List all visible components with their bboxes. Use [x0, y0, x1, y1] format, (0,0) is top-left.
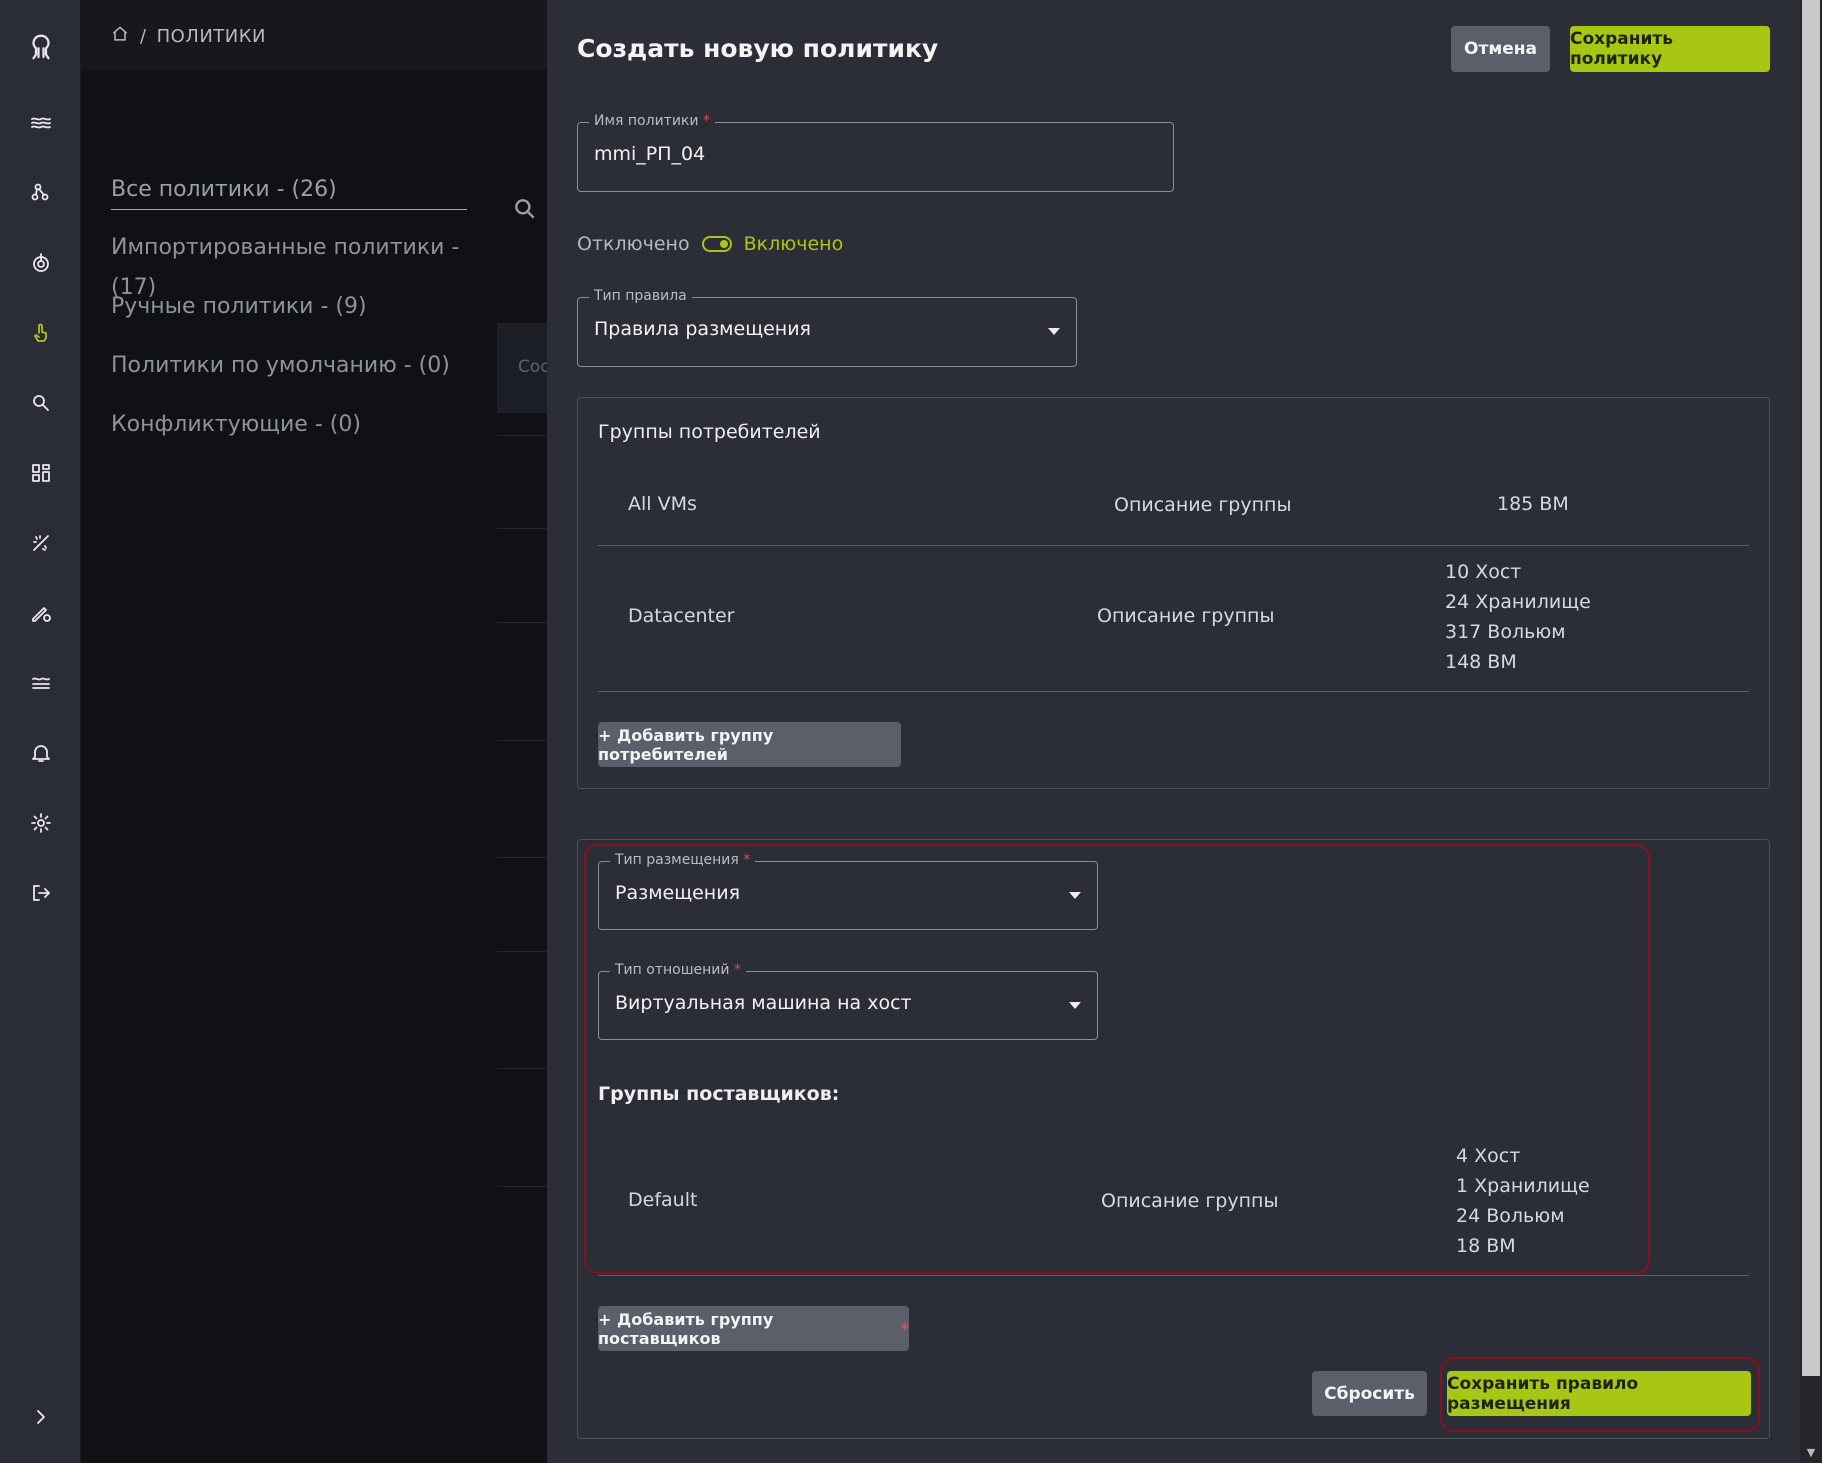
count-storage: 1 Хранилище — [1456, 1175, 1590, 1197]
add-consumer-group-button[interactable]: + Добавить группу потребителей — [598, 722, 901, 767]
rule-type-value: Правила размещения — [594, 318, 811, 340]
row-divider — [598, 545, 1749, 546]
placement-type-select[interactable]: Тип размещения * Размещения — [598, 852, 1098, 930]
nodes-icon[interactable] — [22, 174, 60, 212]
filter-imported-policies[interactable]: Импортированные политики - (17) — [111, 228, 491, 300]
row-divider — [598, 1275, 1749, 1276]
levels-icon[interactable] — [22, 664, 60, 702]
relation-type-select[interactable]: Тип отношений * Виртуальная машина на хо… — [598, 962, 1098, 1040]
background-row-divider — [497, 951, 547, 952]
save-policy-button[interactable]: Сохранить политику — [1570, 26, 1770, 72]
drawer-title: Создать новую политику — [577, 34, 939, 63]
enabled-toggle[interactable] — [701, 236, 732, 252]
save-placement-rule-button[interactable]: Сохранить правило размещения — [1447, 1371, 1751, 1416]
magic-icon[interactable] — [22, 524, 60, 562]
count-volumes: 24 Вольюм — [1456, 1205, 1565, 1227]
policy-name-value: mmi_РП_04 — [594, 143, 706, 165]
provider-group-description: Описание группы — [1101, 1190, 1279, 1212]
policy-name-field[interactable]: Имя политики * mmi_РП_04 — [577, 113, 1174, 192]
background-row-divider — [497, 1186, 547, 1187]
row-divider — [598, 691, 1749, 692]
cancel-button[interactable]: Отмена — [1451, 26, 1550, 72]
breadcrumb-page: ПОЛИТИКИ — [156, 26, 266, 47]
filter-conflicting[interactable]: Конфликтующие - (0) — [111, 405, 491, 464]
nav-rail — [0, 0, 81, 1463]
rule-type-label: Тип правила — [589, 288, 692, 304]
drawer-scrollbar[interactable]: ▼ — [1800, 0, 1822, 1463]
background-search-icon — [512, 196, 538, 226]
waves-icon[interactable] — [22, 104, 60, 142]
count-vms: 18 ВМ — [1456, 1235, 1516, 1257]
rule-type-select[interactable]: Тип правила Правила размещения — [577, 288, 1077, 367]
home-icon[interactable] — [110, 24, 130, 49]
consumer-group-description: Описание группы — [1097, 605, 1275, 627]
touch-icon[interactable] — [22, 314, 60, 352]
add-provider-group-button[interactable]: + Добавить группу поставщиков * — [598, 1306, 909, 1351]
scroll-down-arrow-icon[interactable]: ▼ — [1804, 1446, 1818, 1459]
caret-down-icon — [1048, 328, 1060, 335]
background-row-divider — [497, 1068, 547, 1069]
octopus-logo-icon[interactable] — [22, 28, 60, 66]
count-hosts: 10 Хост — [1445, 561, 1522, 583]
caret-down-icon — [1069, 892, 1081, 899]
policy-filters: Все политики - (26) Импортированные поли… — [111, 170, 491, 464]
enabled-toggle-row: Отключено Включено — [577, 233, 843, 255]
consumer-group-name: All VMs — [628, 493, 697, 515]
caret-down-icon — [1069, 1002, 1081, 1009]
required-mark: * — [900, 1319, 909, 1338]
background-row-divider — [497, 857, 547, 858]
policy-name-label: Имя политики * — [589, 113, 715, 129]
background-row-divider — [497, 622, 547, 623]
consumer-group-counts: 10 Хост 24 Хранилище 317 Вольюм 148 ВМ — [1445, 557, 1591, 677]
consumer-group-description: Описание группы — [1114, 494, 1292, 516]
consumer-group-name: Datacenter — [628, 605, 735, 627]
breadcrumb-separator: / — [140, 26, 147, 47]
toggle-off-label: Отключено — [577, 233, 690, 255]
placement-type-label: Тип размещения * — [610, 852, 756, 868]
chevron-right-icon[interactable] — [22, 1398, 60, 1436]
bell-icon[interactable] — [22, 734, 60, 772]
background-row-divider — [497, 528, 547, 529]
background-row-divider — [497, 435, 547, 436]
count-hosts: 4 Хост — [1456, 1145, 1521, 1167]
background-table-header: Coo — [497, 323, 551, 413]
power-icon[interactable] — [22, 244, 60, 282]
consumer-group-count: 185 ВМ — [1497, 493, 1569, 515]
background-row-divider — [497, 740, 547, 741]
provider-group-name: Default — [628, 1189, 698, 1211]
count-vms: 148 ВМ — [1445, 651, 1517, 673]
add-provider-group-label: + Добавить группу поставщиков — [598, 1309, 774, 1348]
background-table-header-text: Coo — [518, 357, 551, 377]
filter-manual-policies[interactable]: Ручные политики - (9) — [111, 287, 491, 346]
relation-type-label: Тип отношений * — [610, 962, 746, 978]
logout-icon[interactable] — [22, 874, 60, 912]
toggle-on-label: Включено — [743, 233, 844, 255]
dashboard-icon[interactable] — [22, 454, 60, 492]
count-volumes: 317 Вольюм — [1445, 621, 1566, 643]
consumer-groups-title: Группы потребителей — [598, 421, 821, 443]
gear-icon[interactable] — [22, 804, 60, 842]
scrollbar-thumb[interactable] — [1802, 0, 1820, 1376]
filter-default-policies[interactable]: Политики по умолчанию - (0) — [111, 346, 491, 405]
breadcrumb: / ПОЛИТИКИ — [110, 24, 266, 49]
provider-group-counts: 4 Хост 1 Хранилище 24 Вольюм 18 ВМ — [1456, 1141, 1590, 1261]
relation-type-value: Виртуальная машина на хост — [615, 992, 912, 1014]
count-storage: 24 Хранилище — [1445, 591, 1591, 613]
search-icon[interactable] — [22, 384, 60, 422]
placement-type-value: Размещения — [615, 882, 741, 904]
edit-settings-icon[interactable] — [22, 594, 60, 632]
reset-button[interactable]: Сбросить — [1312, 1371, 1427, 1416]
filter-all-policies[interactable]: Все политики - (26) — [111, 170, 467, 210]
provider-groups-title: Группы поставщиков: — [598, 1083, 840, 1105]
